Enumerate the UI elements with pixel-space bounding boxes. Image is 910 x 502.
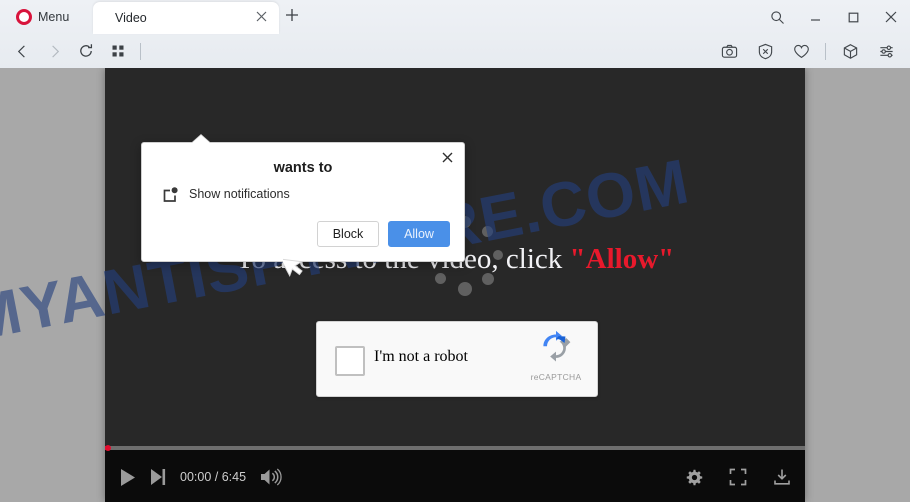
gear-icon[interactable]	[686, 469, 703, 486]
forward-icon	[38, 36, 70, 66]
minimize-icon[interactable]	[796, 0, 834, 34]
dialog-actions: Block Allow	[317, 221, 450, 247]
progress-handle[interactable]	[105, 445, 111, 451]
cube-icon[interactable]	[834, 36, 866, 66]
close-icon[interactable]	[438, 149, 456, 167]
play-icon[interactable]	[119, 468, 136, 487]
close-window-icon[interactable]	[872, 0, 910, 34]
heart-icon[interactable]	[785, 36, 817, 66]
toolbar-divider-2	[825, 42, 826, 60]
permission-label: Show notifications	[189, 187, 290, 201]
snapshot-camera-icon[interactable]	[713, 36, 745, 66]
player-control-bar: 00:00 / 6:45	[105, 445, 805, 502]
next-track-icon[interactable]	[150, 468, 166, 486]
tab-title: Video	[115, 11, 147, 25]
dialog-title: wants to	[273, 160, 333, 176]
nav-buttons-group	[6, 34, 147, 68]
progress-bar[interactable]	[105, 445, 805, 451]
window-controls	[758, 0, 910, 34]
recaptcha-logo-icon	[543, 330, 571, 362]
player-controls-right	[686, 464, 791, 490]
recaptcha-widget[interactable]: I'm not a robot reCAPTCHA	[316, 321, 598, 397]
notification-permission-dialog[interactable]: wants to Show notifications Block Allow	[141, 135, 465, 262]
speed-dial-icon[interactable]	[102, 36, 134, 66]
block-button[interactable]: Block	[317, 221, 379, 247]
recaptcha-label: I'm not a robot	[374, 348, 468, 365]
toolbar-divider	[140, 42, 141, 60]
reload-icon[interactable]	[70, 36, 102, 66]
player-controls-left: 00:00 / 6:45	[119, 464, 282, 490]
time-display: 00:00 / 6:45	[180, 470, 247, 484]
shield-blocker-icon[interactable]	[749, 36, 781, 66]
download-icon[interactable]	[773, 468, 791, 486]
navigation-bar	[0, 34, 910, 68]
settings-sliders-icon[interactable]	[870, 36, 902, 66]
maximize-icon[interactable]	[834, 0, 872, 34]
notification-bell-icon	[162, 186, 180, 204]
allow-button[interactable]: Allow	[388, 221, 450, 247]
page-content: To access to the video, click "Allow" I'…	[0, 68, 910, 502]
search-icon[interactable]	[758, 0, 796, 34]
browser-chrome: Menu Video	[0, 0, 910, 68]
menu-button-label: Menu	[38, 10, 70, 24]
volume-icon[interactable]	[260, 468, 282, 486]
toolbar-right-group	[713, 34, 902, 68]
video-player[interactable]: To access to the video, click "Allow" I'…	[105, 68, 805, 502]
opera-logo-icon	[16, 9, 32, 25]
recaptcha-brand: reCAPTCHA	[524, 330, 588, 382]
tab-strip: Menu Video	[0, 0, 910, 34]
back-icon[interactable]	[6, 36, 38, 66]
fullscreen-icon[interactable]	[729, 468, 747, 486]
dialog-pointer	[192, 135, 210, 143]
recaptcha-brand-text: reCAPTCHA	[530, 372, 582, 382]
video-message-highlight: "Allow"	[569, 243, 675, 275]
recaptcha-checkbox[interactable]	[335, 346, 365, 376]
tab-video[interactable]: Video	[93, 2, 279, 34]
tab-close-icon[interactable]	[254, 10, 269, 25]
opera-menu-button[interactable]: Menu	[8, 4, 77, 30]
new-tab-button[interactable]	[281, 6, 303, 28]
